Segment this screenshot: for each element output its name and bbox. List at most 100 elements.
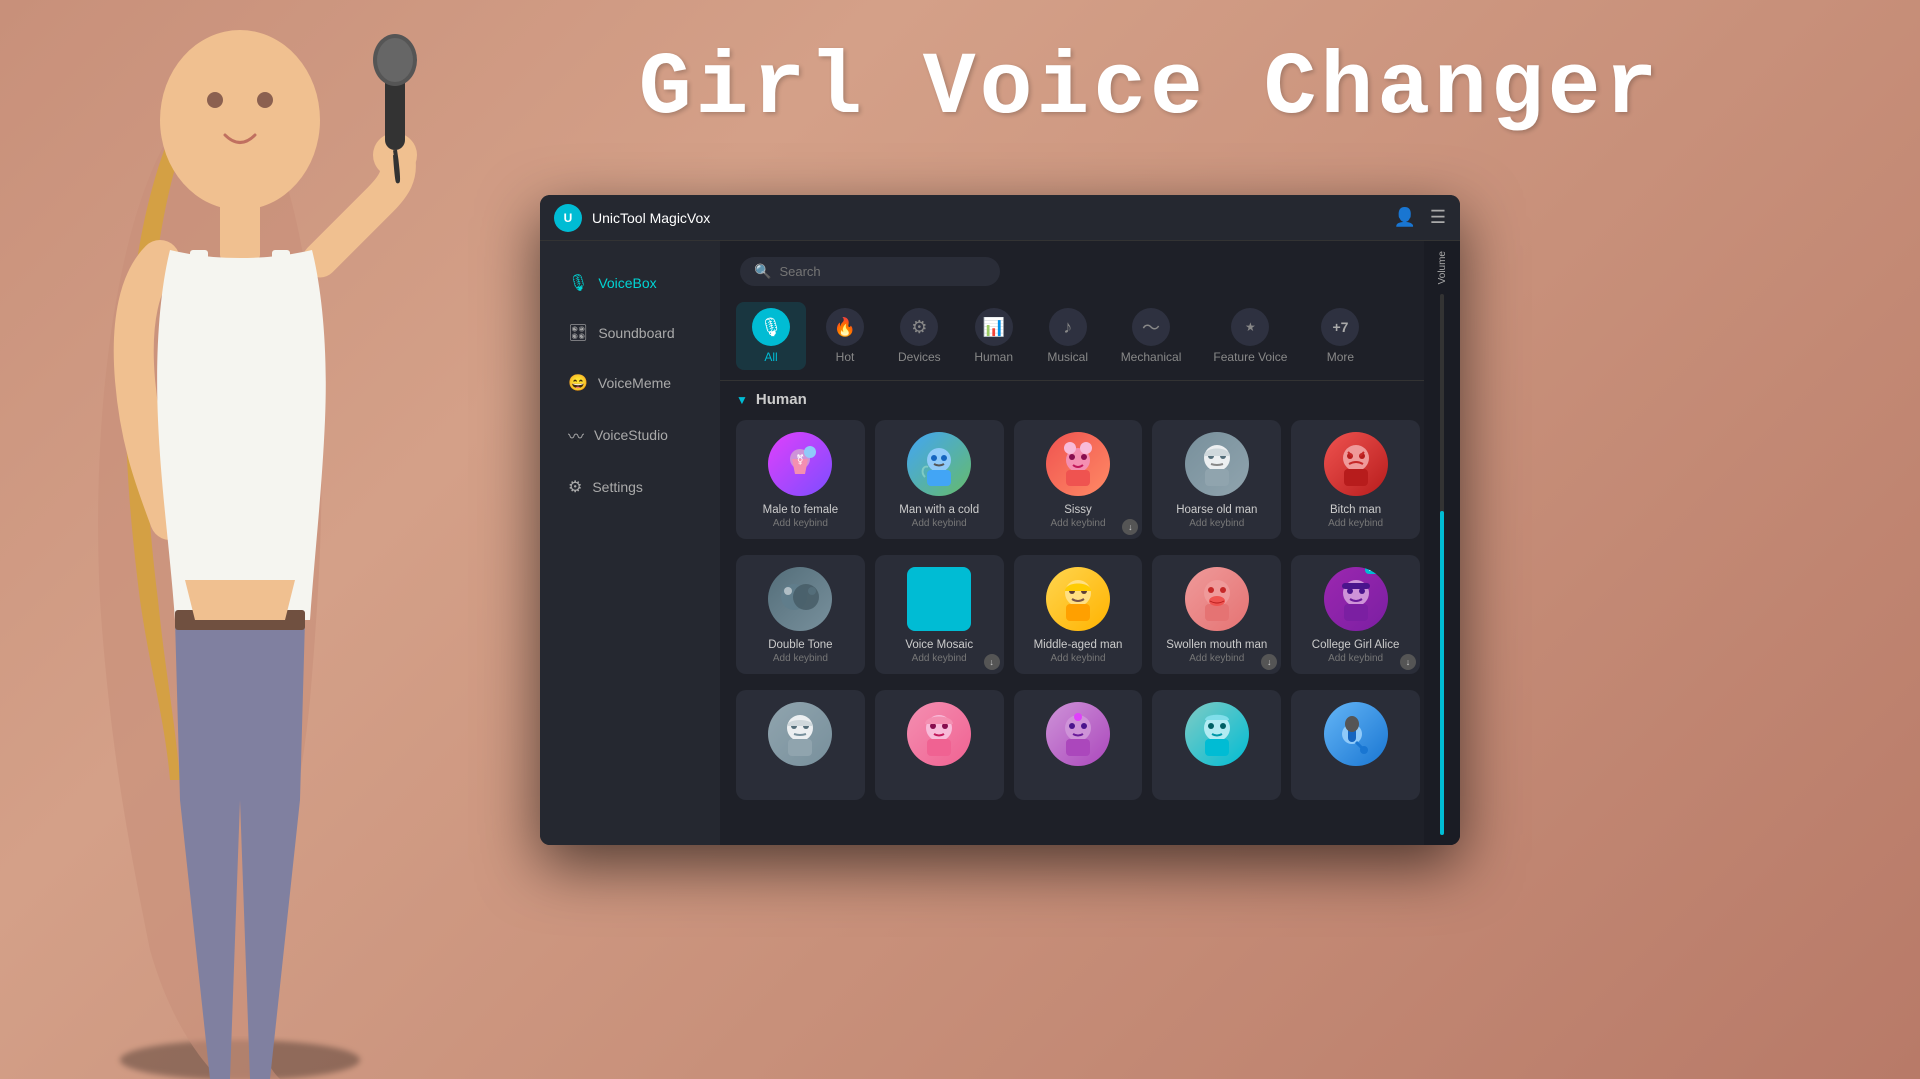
page-title: Girl Voice Changer xyxy=(380,40,1920,139)
tab-hot[interactable]: 🔥 Hot xyxy=(810,302,880,370)
title-bar: U UnicTool MagicVox 👤 ☰ xyxy=(540,195,1460,241)
app-icon: U xyxy=(554,204,582,232)
search-icon: 🔍 xyxy=(754,263,771,280)
voice-card-sissy[interactable]: ↓ Sissy Add keybind xyxy=(1014,420,1143,539)
voice-avatar-man-cold xyxy=(907,432,971,496)
voice-avatar-row3-2 xyxy=(907,702,971,766)
card-keybind-sissy: Add keybind xyxy=(1050,518,1105,529)
tab-all-label: All xyxy=(764,350,777,364)
voice-card-row3-1[interactable] xyxy=(736,690,865,800)
voice-avatar-college-girl: NEW xyxy=(1324,567,1388,631)
tab-mechanical[interactable]: 〜 Mechanical xyxy=(1107,302,1196,370)
voice-avatar-old-man xyxy=(1185,432,1249,496)
tab-mechanical-label: Mechanical xyxy=(1121,350,1182,364)
sidebar-voicebox-label: VoiceBox xyxy=(598,275,656,291)
card-name-old-man: Hoarse old man xyxy=(1176,504,1257,516)
search-box[interactable]: 🔍 xyxy=(740,257,1000,286)
tab-hot-icon: 🔥 xyxy=(826,308,864,346)
voice-grid-row2: Double Tone Add keybind ↓ Voice Mosaic xyxy=(736,555,1420,674)
microphone-icon: 🎙 xyxy=(568,273,588,293)
sidebar-item-settings[interactable]: ⚙ Settings xyxy=(548,465,712,509)
card-keybind-voice-mosaic: Add keybind xyxy=(912,653,967,664)
menu-icon[interactable]: ☰ xyxy=(1430,207,1446,228)
volume-fill xyxy=(1440,511,1444,835)
voice-content-area: 🔍 ⧉ 🎙 All 🔥 Hot ⚙ Devices xyxy=(720,241,1460,845)
sidebar-soundboard-label: Soundboard xyxy=(598,325,674,341)
card-keybind-old-man: Add keybind xyxy=(1189,518,1244,529)
card-name-man-cold: Man with a cold xyxy=(899,504,979,516)
card-keybind-swollen: Add keybind xyxy=(1189,653,1244,664)
search-input[interactable] xyxy=(779,264,986,279)
card-name-double-tone: Double Tone xyxy=(768,639,832,651)
voice-card-double-tone[interactable]: Double Tone Add keybind xyxy=(736,555,865,674)
sidebar-item-soundboard[interactable]: 🎛 Soundboard xyxy=(548,311,712,355)
card-keybind-man-cold: Add keybind xyxy=(912,518,967,529)
card-keybind-bitch-man: Add keybind xyxy=(1328,518,1383,529)
tab-all-icon: 🎙 xyxy=(752,308,790,346)
voice-grid-container[interactable]: ▼ Human ⚧ xyxy=(720,381,1460,845)
download-badge-sissy: ↓ xyxy=(1122,519,1138,535)
title-bar-actions: 👤 ☰ xyxy=(1393,207,1446,228)
sidebar-voicestudio-label: VoiceStudio xyxy=(594,427,668,443)
tab-human[interactable]: 📊 Human xyxy=(959,302,1029,370)
card-name-male-female: Male to female xyxy=(763,504,838,516)
sidebar-item-voicestudio[interactable]: 〰 VoiceStudio xyxy=(548,411,712,459)
voicememe-icon: 😄 xyxy=(568,373,588,393)
voice-card-row3-4[interactable] xyxy=(1152,690,1281,800)
sidebar-item-voicememe[interactable]: 😄 VoiceMeme xyxy=(548,361,712,405)
voice-avatar-male-female: ⚧ xyxy=(768,432,832,496)
app-window: U UnicTool MagicVox 👤 ☰ 🎙 VoiceBox 🎛 Sou… xyxy=(540,195,1460,845)
main-content: 🎙 VoiceBox 🎛 Soundboard 😄 VoiceMeme 〰 Vo… xyxy=(540,241,1460,845)
voice-card-row3-5[interactable] xyxy=(1291,690,1420,800)
tab-musical[interactable]: ♪ Musical xyxy=(1033,302,1103,370)
voice-card-old-man[interactable]: Hoarse old man Add keybind xyxy=(1152,420,1281,539)
user-icon[interactable]: 👤 xyxy=(1393,207,1415,228)
voice-avatar-voice-mosaic xyxy=(907,567,971,631)
tab-feature-label: Feature Voice xyxy=(1213,350,1287,364)
tab-more-label: More xyxy=(1327,350,1354,364)
sidebar-voicememe-label: VoiceMeme xyxy=(598,375,671,391)
chevron-icon: ▼ xyxy=(736,393,748,407)
volume-panel: Volume xyxy=(1424,241,1460,845)
voice-card-row3-3[interactable] xyxy=(1014,690,1143,800)
card-name-mid-man: Middle-aged man xyxy=(1034,639,1123,651)
voice-card-bitch-man[interactable]: Bitch man Add keybind xyxy=(1291,420,1420,539)
tab-all[interactable]: 🎙 All xyxy=(736,302,806,370)
settings-icon-sidebar: ⚙ xyxy=(568,477,582,497)
voice-avatar-row3-1 xyxy=(768,702,832,766)
tab-human-icon: 📊 xyxy=(975,308,1013,346)
card-keybind-college-girl: Add keybind xyxy=(1328,653,1383,664)
voice-card-mid-man[interactable]: Middle-aged man Add keybind xyxy=(1014,555,1143,674)
tab-hot-label: Hot xyxy=(836,350,855,364)
sidebar-item-voicebox[interactable]: 🎙 VoiceBox xyxy=(548,261,712,305)
sidebar: 🎙 VoiceBox 🎛 Soundboard 😄 VoiceMeme 〰 Vo… xyxy=(540,241,720,845)
human-section-header: ▼ Human xyxy=(736,391,1420,408)
search-row: 🔍 ⧉ xyxy=(720,241,1460,296)
card-keybind-double-tone: Add keybind xyxy=(773,653,828,664)
tab-more-icon: +7 xyxy=(1321,308,1359,346)
section-label: Human xyxy=(756,391,807,408)
card-name-sissy: Sissy xyxy=(1064,504,1091,516)
tab-devices-label: Devices xyxy=(898,350,941,364)
voice-card-college-girl[interactable]: NEW ↓ College Girl Alice Add keybind xyxy=(1291,555,1420,674)
voice-grid-row3 xyxy=(736,690,1420,800)
voice-card-swollen[interactable]: ↓ Swollen mouth man Add keybind xyxy=(1152,555,1281,674)
voice-card-voice-mosaic[interactable]: ↓ Voice Mosaic Add keybind xyxy=(875,555,1004,674)
tab-feature-voice[interactable]: ★ Feature Voice xyxy=(1199,302,1301,370)
voice-card-row3-2[interactable] xyxy=(875,690,1004,800)
voice-grid-row1: ⚧ Male to female Add keybind xyxy=(736,420,1420,539)
tab-human-label: Human xyxy=(974,350,1013,364)
tab-devices[interactable]: ⚙ Devices xyxy=(884,302,955,370)
voice-avatar-row3-3 xyxy=(1046,702,1110,766)
tab-more[interactable]: +7 More xyxy=(1305,302,1375,370)
download-badge-voice-mosaic: ↓ xyxy=(984,654,1000,670)
voice-avatar-bitch-man xyxy=(1324,432,1388,496)
voicestudio-icon: 〰 xyxy=(568,423,584,447)
card-keybind-mid-man: Add keybind xyxy=(1050,653,1105,664)
voice-card-man-cold[interactable]: Man with a cold Add keybind xyxy=(875,420,1004,539)
card-name-voice-mosaic: Voice Mosaic xyxy=(905,639,973,651)
voice-card-male-to-female[interactable]: ⚧ Male to female Add keybind xyxy=(736,420,865,539)
soundboard-icon: 🎛 xyxy=(568,323,588,343)
woman-figure-area xyxy=(0,0,520,1079)
volume-track[interactable] xyxy=(1440,294,1444,835)
